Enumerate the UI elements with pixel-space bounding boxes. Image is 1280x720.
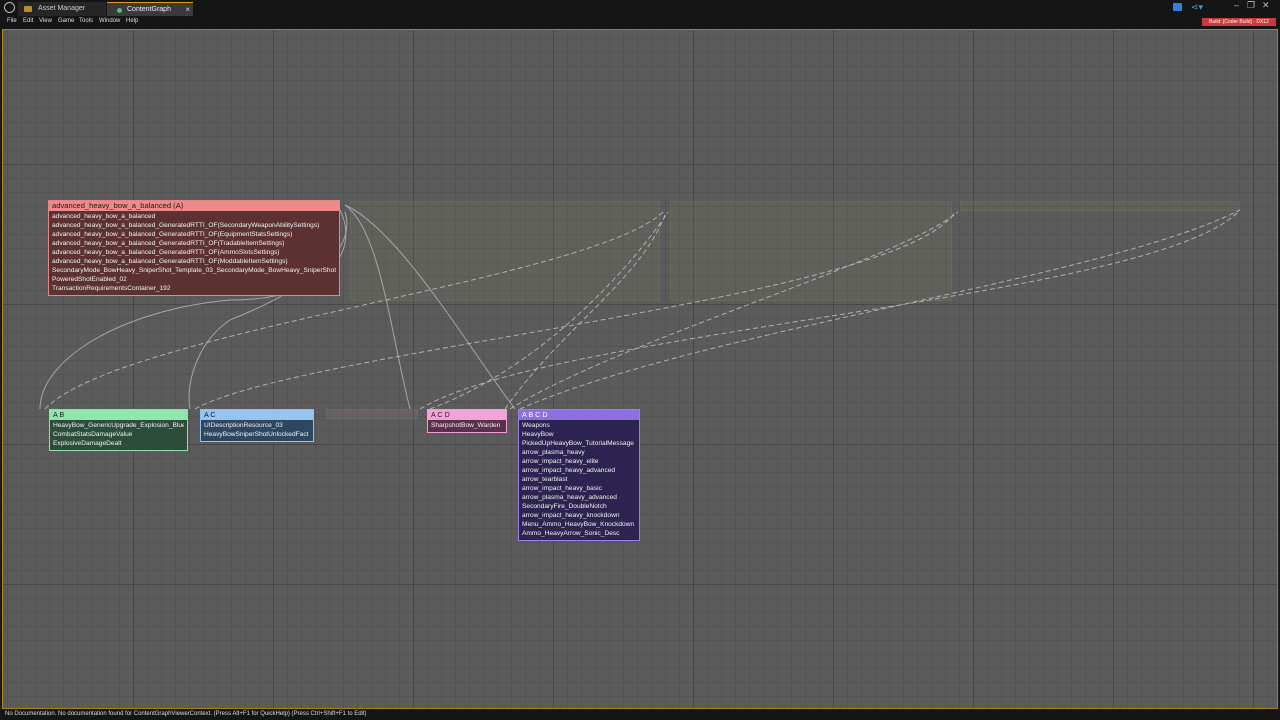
status-bar: No Documentation. No documentation found… [0, 709, 1280, 720]
tab-label: Asset Manager [38, 5, 86, 12]
list-item: SecondaryFire_DoubleNotch [522, 503, 607, 510]
close-window-button[interactable]: ✕ [1262, 0, 1270, 12]
list-item: arrow_impact_heavy_basic [522, 485, 602, 492]
list-item: advanced_heavy_bow_a_balanced_GeneratedR… [52, 231, 293, 238]
graph-node-acd[interactable]: A C D SharpshotBow_Warden [427, 409, 507, 433]
folder-icon [24, 6, 32, 12]
node-title: A C D [428, 410, 506, 420]
ghost-node [960, 201, 1240, 211]
list-item: arrow_plasma_heavy_advanced [522, 494, 617, 501]
list-item: arrow_impact_heavy_elite [522, 458, 599, 465]
ghost-node [326, 409, 418, 419]
node-body: advanced_heavy_bow_a_balanced advanced_h… [49, 211, 339, 295]
list-item: arrow_impact_heavy_knockdown [522, 512, 620, 519]
maximize-button[interactable]: ❐ [1247, 0, 1255, 12]
graph-node-a[interactable]: advanced_heavy_bow_a_balanced (A) advanc… [48, 200, 340, 296]
node-title: A B [50, 410, 187, 420]
menu-view[interactable]: View [39, 18, 52, 24]
list-item: HeavyBowSniperShotUnlockedFact [204, 431, 309, 438]
list-item: Ammo_HeavyArrow_Sonic_Desc [522, 530, 620, 537]
list-item: UIDescriptionResource_03 [204, 422, 283, 429]
node-body: Weapons HeavyBow PickedUpHeavyBow_Tutori… [519, 420, 639, 540]
tab-asset-manager[interactable]: Asset Manager [18, 2, 106, 16]
node-body: UIDescriptionResource_03 HeavyBowSniperS… [201, 420, 313, 441]
node-title: advanced_heavy_bow_a_balanced (A) [49, 201, 339, 211]
list-item: ExplosiveDamageDealt [53, 440, 122, 447]
share-icon[interactable]: ⋖▾ [1191, 2, 1205, 12]
menu-game[interactable]: Game [58, 18, 74, 24]
menu-edit[interactable]: Edit [23, 18, 33, 24]
build-badge: Build: [Coder Build] - DX12 [1202, 18, 1276, 26]
app-logo-icon [4, 2, 15, 13]
list-item: HeavyBow_GenericUpgrade_Explosion_Blue [53, 422, 184, 429]
list-item: arrow_tearblast [522, 476, 568, 483]
list-item: advanced_heavy_bow_a_balanced_GeneratedR… [52, 249, 280, 256]
ghost-node [350, 201, 660, 301]
graph-icon [117, 8, 122, 13]
list-item: Menu_Ammo_HeavyBow_Knockdown [522, 521, 635, 528]
list-item: SecondaryMode_BowHeavy_SniperShot_Templa… [52, 267, 336, 274]
title-bar: Asset Manager ContentGraph × ⋖▾ – ❐ ✕ [0, 0, 1280, 16]
menu-window[interactable]: Window [99, 18, 120, 24]
menu-help[interactable]: Help [126, 18, 138, 24]
list-item: advanced_heavy_bow_a_balanced_GeneratedR… [52, 222, 320, 229]
list-item: arrow_impact_heavy_advanced [522, 467, 616, 474]
node-body: SharpshotBow_Warden [428, 420, 506, 432]
graph-canvas[interactable] [2, 29, 1278, 709]
ghost-node [670, 201, 952, 301]
chat-icon[interactable] [1173, 3, 1182, 11]
graph-node-ac[interactable]: A C UIDescriptionResource_03 HeavyBowSni… [200, 409, 314, 442]
list-item: advanced_heavy_bow_a_balanced_GeneratedR… [52, 240, 285, 247]
menu-tools[interactable]: Tools [79, 18, 93, 24]
list-item: SharpshotBow_Warden [431, 422, 501, 429]
menu-bar: File Edit View Game Tools Window Help [0, 16, 1280, 29]
graph-node-abcd[interactable]: A B C D Weapons HeavyBow PickedUpHeavyBo… [518, 409, 640, 541]
graph-node-ab[interactable]: A B HeavyBow_GenericUpgrade_Explosion_Bl… [49, 409, 188, 451]
list-item: arrow_plasma_heavy [522, 449, 585, 456]
list-item: Weapons [522, 422, 550, 429]
list-item: CombatStatsDamageValue [53, 431, 133, 438]
list-item: TransactionRequirementsContainer_192 [52, 285, 171, 292]
node-title: A C [201, 410, 313, 420]
menu-file[interactable]: File [7, 18, 17, 24]
node-body: HeavyBow_GenericUpgrade_Explosion_Blue C… [50, 420, 187, 450]
list-item: HeavyBow [522, 431, 554, 438]
node-title: A B C D [519, 410, 639, 420]
list-item: PickedUpHeavyBow_TutorialMessage [522, 440, 634, 447]
minimize-button[interactable]: – [1234, 0, 1239, 12]
list-item: PoweredShotEnabled_02 [52, 276, 127, 283]
tab-label: ContentGraph [127, 6, 171, 13]
list-item: advanced_heavy_bow_a_balanced [52, 213, 156, 220]
tab-content-graph[interactable]: ContentGraph × [107, 2, 193, 16]
close-tab-icon[interactable]: × [185, 3, 190, 17]
list-item: advanced_heavy_bow_a_balanced_GeneratedR… [52, 258, 288, 265]
